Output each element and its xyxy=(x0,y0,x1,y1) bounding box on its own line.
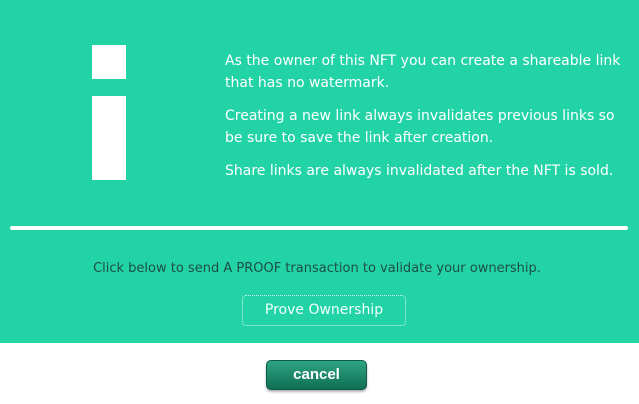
divider xyxy=(10,226,628,230)
note-invalidates-previous: Creating a new link always invalidates p… xyxy=(225,108,615,146)
info-icon-stem xyxy=(92,96,126,180)
info-icon-dot xyxy=(92,45,126,79)
proof-instruction: Click below to send A PROOF transaction … xyxy=(93,261,541,276)
ownership-dialog-panel: As the owner of this NFT you can create … xyxy=(0,0,639,343)
note-invalidated-after-sale: Share links are always invalidated after… xyxy=(225,163,614,179)
note-no-watermark: As the owner of this NFT you can create … xyxy=(225,53,621,91)
share-link-notes: As the owner of this NFT you can create … xyxy=(225,50,630,193)
info-icon xyxy=(92,45,126,180)
cancel-button[interactable]: cancel xyxy=(266,360,367,390)
prove-ownership-button[interactable]: Prove Ownership xyxy=(242,295,406,326)
